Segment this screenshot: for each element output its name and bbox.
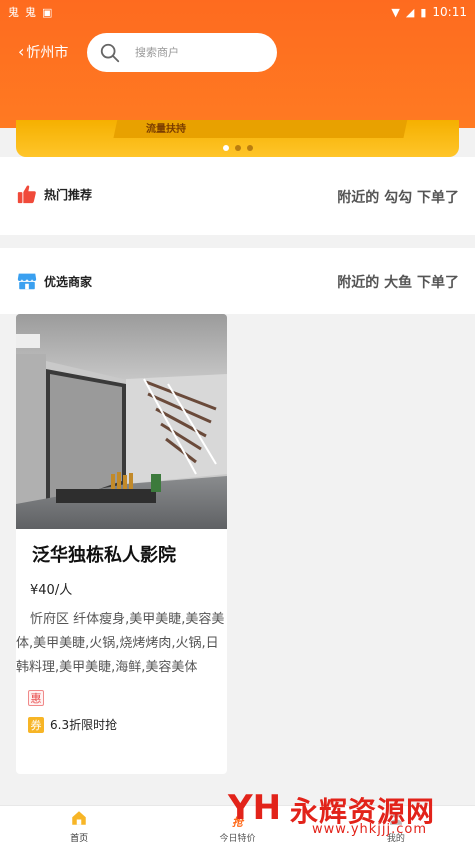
- coupon-row[interactable]: 券 6.3折限时抢: [16, 716, 227, 733]
- hot-section: 热门推荐 附近的 勾勾 下单了: [0, 157, 475, 235]
- shop-title-label: 优选商家: [44, 274, 93, 289]
- carousel-dot[interactable]: [246, 145, 253, 151]
- city-selector[interactable]: ‹ 忻州市: [18, 42, 68, 62]
- carousel-dots: [16, 145, 459, 151]
- shop-photo: [16, 314, 227, 529]
- shop-title[interactable]: 优选商家: [16, 270, 92, 292]
- room-photo: [16, 314, 227, 529]
- carousel-dot[interactable]: [234, 145, 241, 151]
- watermark-url: www.yhkjjj.com: [312, 822, 428, 837]
- coupon-text: 6.3折限时抢: [50, 718, 118, 732]
- search-input[interactable]: [135, 46, 255, 59]
- shop-name[interactable]: 泛华独栋私人影院: [16, 541, 227, 567]
- banner-text: 流量扶持: [146, 124, 186, 135]
- tab-home-label: 首页: [70, 834, 89, 844]
- city-label: 忻州市: [26, 45, 69, 61]
- notification-icon: 鬼: [8, 5, 19, 19]
- signal-icon: ◢: [405, 5, 415, 19]
- watermark-logo: YH: [228, 788, 282, 828]
- home-icon: [72, 811, 86, 825]
- thumbs-up-icon: [17, 185, 36, 204]
- coupon-badge: 券: [28, 716, 44, 733]
- shop-order-notice: 附近的 大鱼 下单了: [337, 275, 459, 291]
- hot-title[interactable]: 热门推荐: [16, 183, 92, 205]
- shop-district: 忻府区: [30, 612, 70, 627]
- shop-tags: 忻府区 纤体瘦身,美甲美睫,美容美体,美甲美睫,火锅,烧烤烤肉,火锅,日韩料理,…: [16, 608, 227, 680]
- shop-section: 优选商家 附近的 大鱼 下单了: [0, 248, 475, 314]
- hot-order-notice: 附近的 勾勾 下单了: [337, 190, 459, 206]
- shop-grid: 泛华独栋私人影院 ¥40/人 忻府区 纤体瘦身,美甲美睫,美容美体,美甲美睫,火…: [0, 314, 475, 804]
- store-icon: [17, 273, 37, 290]
- header: 鬼 鬼 ▣ ▼ ◢ ▮ 10:11 ‹ 忻州市: [0, 0, 475, 128]
- app-icon: ▣: [42, 5, 53, 19]
- battery-icon: ▮: [420, 5, 427, 19]
- carousel-dot[interactable]: [222, 145, 229, 151]
- search-icon: [100, 43, 120, 62]
- discount-row: 惠: [16, 690, 227, 706]
- status-time: 10:11: [432, 5, 467, 19]
- tab-home[interactable]: 首页: [0, 806, 158, 846]
- shop-card[interactable]: 泛华独栋私人影院 ¥40/人 忻府区 纤体瘦身,美甲美睫,美容美体,美甲美睫,火…: [16, 314, 227, 774]
- discount-badge: 惠: [28, 690, 44, 706]
- search-bar[interactable]: [87, 33, 277, 72]
- shop-price: ¥40/人: [30, 583, 73, 598]
- promo-banner[interactable]: 流量扶持: [16, 120, 459, 157]
- watermark: YH 永辉资源网 www.yhkjjj.com: [228, 780, 458, 846]
- status-bar: 鬼 鬼 ▣ ▼ ◢ ▮ 10:11: [0, 0, 475, 24]
- hot-title-label: 热门推荐: [44, 187, 93, 202]
- notification-icon-2: 鬼: [25, 5, 36, 19]
- wifi-icon: ▼: [391, 5, 400, 19]
- chevron-left-icon: ‹: [18, 42, 25, 61]
